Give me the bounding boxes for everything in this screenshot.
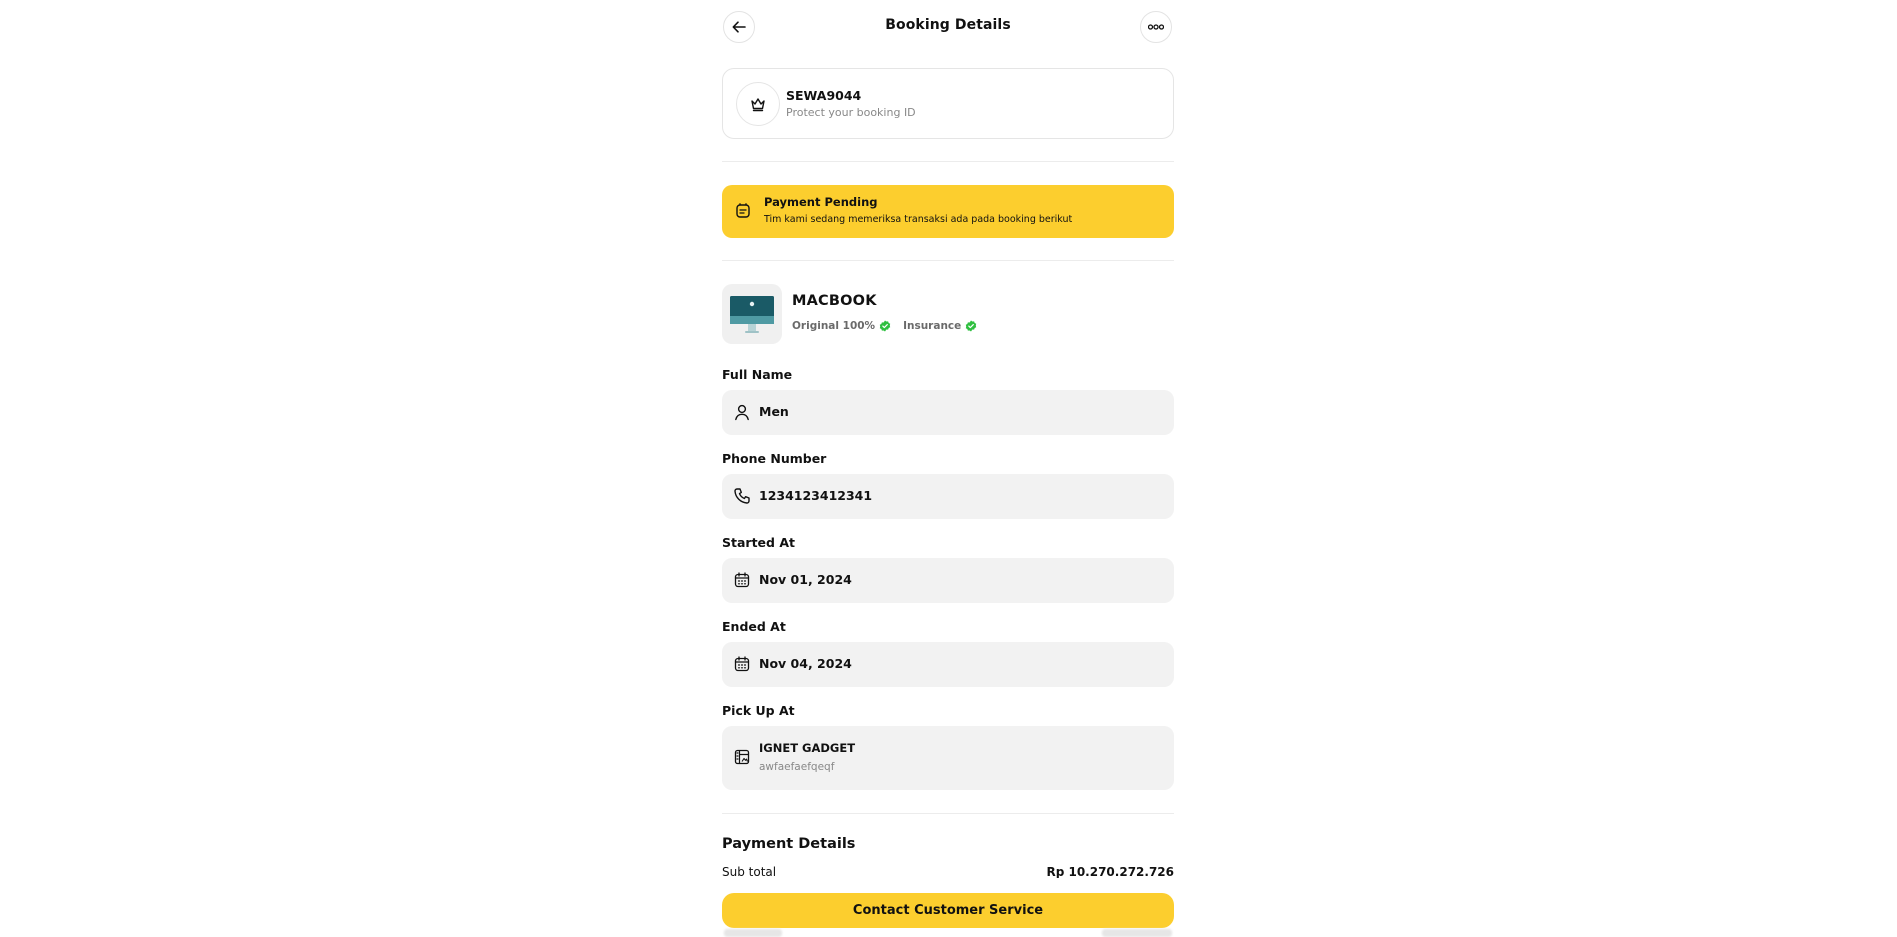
subtotal-label: Sub total bbox=[722, 865, 777, 879]
product-card: MACBOOK Original 100% Insurance bbox=[722, 284, 1174, 344]
status-message: Tim kami sedang memeriksa transaksi ada … bbox=[764, 214, 1073, 225]
user-icon bbox=[735, 404, 749, 421]
insurance-badge: Insurance bbox=[903, 320, 977, 332]
status-title: Payment Pending bbox=[764, 195, 878, 209]
ended-at-field[interactable]: Nov 04, 2024 bbox=[722, 642, 1174, 687]
phone-value: 1234123412341 bbox=[759, 488, 873, 503]
page-title: Booking Details bbox=[885, 17, 1011, 33]
phone-label: Phone Number bbox=[722, 451, 827, 466]
verified-check-icon bbox=[879, 320, 891, 332]
calendar-icon bbox=[734, 572, 750, 588]
crown-icon bbox=[751, 98, 765, 112]
product-thumbnail bbox=[722, 284, 782, 344]
receipt-icon bbox=[736, 203, 750, 218]
divider bbox=[722, 260, 1174, 261]
ended-at-label: Ended At bbox=[722, 619, 786, 634]
booking-id-card: SEWA9044 Protect your booking ID bbox=[722, 68, 1174, 139]
payment-status-banner: Payment Pending Tim kami sedang memeriks… bbox=[722, 185, 1174, 238]
divider bbox=[722, 813, 1174, 814]
booking-id: SEWA9044 bbox=[786, 88, 862, 103]
computer-image bbox=[730, 296, 774, 333]
subtotal-row: Sub total Rp 10.270.272.726 bbox=[722, 865, 1174, 879]
pickup-address: awfaefaefqeqf bbox=[759, 761, 835, 773]
full-name-value: Men bbox=[759, 404, 789, 419]
full-name-field[interactable]: Men bbox=[722, 390, 1174, 435]
ended-at-value: Nov 04, 2024 bbox=[759, 656, 852, 671]
started-at-label: Started At bbox=[722, 535, 795, 550]
pickup-label: Pick Up At bbox=[722, 703, 795, 718]
pickup-field[interactable]: IGNET GADGET awfaefaefqeqf bbox=[722, 726, 1174, 790]
scrolled-content-hint bbox=[724, 929, 782, 937]
payment-details-title: Payment Details bbox=[722, 836, 856, 852]
crown-badge bbox=[736, 82, 780, 126]
original-badge: Original 100% bbox=[792, 320, 891, 332]
phone-icon bbox=[734, 488, 750, 504]
store-icon bbox=[734, 749, 750, 765]
phone-field[interactable]: 1234123412341 bbox=[722, 474, 1174, 519]
started-at-field[interactable]: Nov 01, 2024 bbox=[722, 558, 1174, 603]
started-at-value: Nov 01, 2024 bbox=[759, 572, 852, 587]
divider bbox=[722, 161, 1174, 162]
calendar-icon bbox=[734, 656, 750, 672]
product-name: MACBOOK bbox=[792, 293, 877, 309]
subtotal-amount: Rp 10.270.272.726 bbox=[1046, 865, 1174, 879]
verified-check-icon bbox=[966, 320, 977, 332]
booking-details-screen: Booking Details SEWA9044 Protect your bo… bbox=[722, 0, 1174, 937]
more-options-button[interactable] bbox=[1140, 11, 1172, 43]
scrolled-content-hint bbox=[1102, 929, 1172, 937]
product-badges: Original 100% Insurance bbox=[792, 320, 989, 332]
top-bar: Booking Details bbox=[722, 11, 1174, 45]
contact-customer-service-button[interactable]: Contact Customer Service bbox=[722, 893, 1174, 928]
full-name-label: Full Name bbox=[722, 367, 793, 382]
pickup-store-name: IGNET GADGET bbox=[759, 741, 856, 755]
more-dots-icon bbox=[1148, 24, 1164, 30]
booking-id-hint: Protect your booking ID bbox=[786, 106, 916, 119]
